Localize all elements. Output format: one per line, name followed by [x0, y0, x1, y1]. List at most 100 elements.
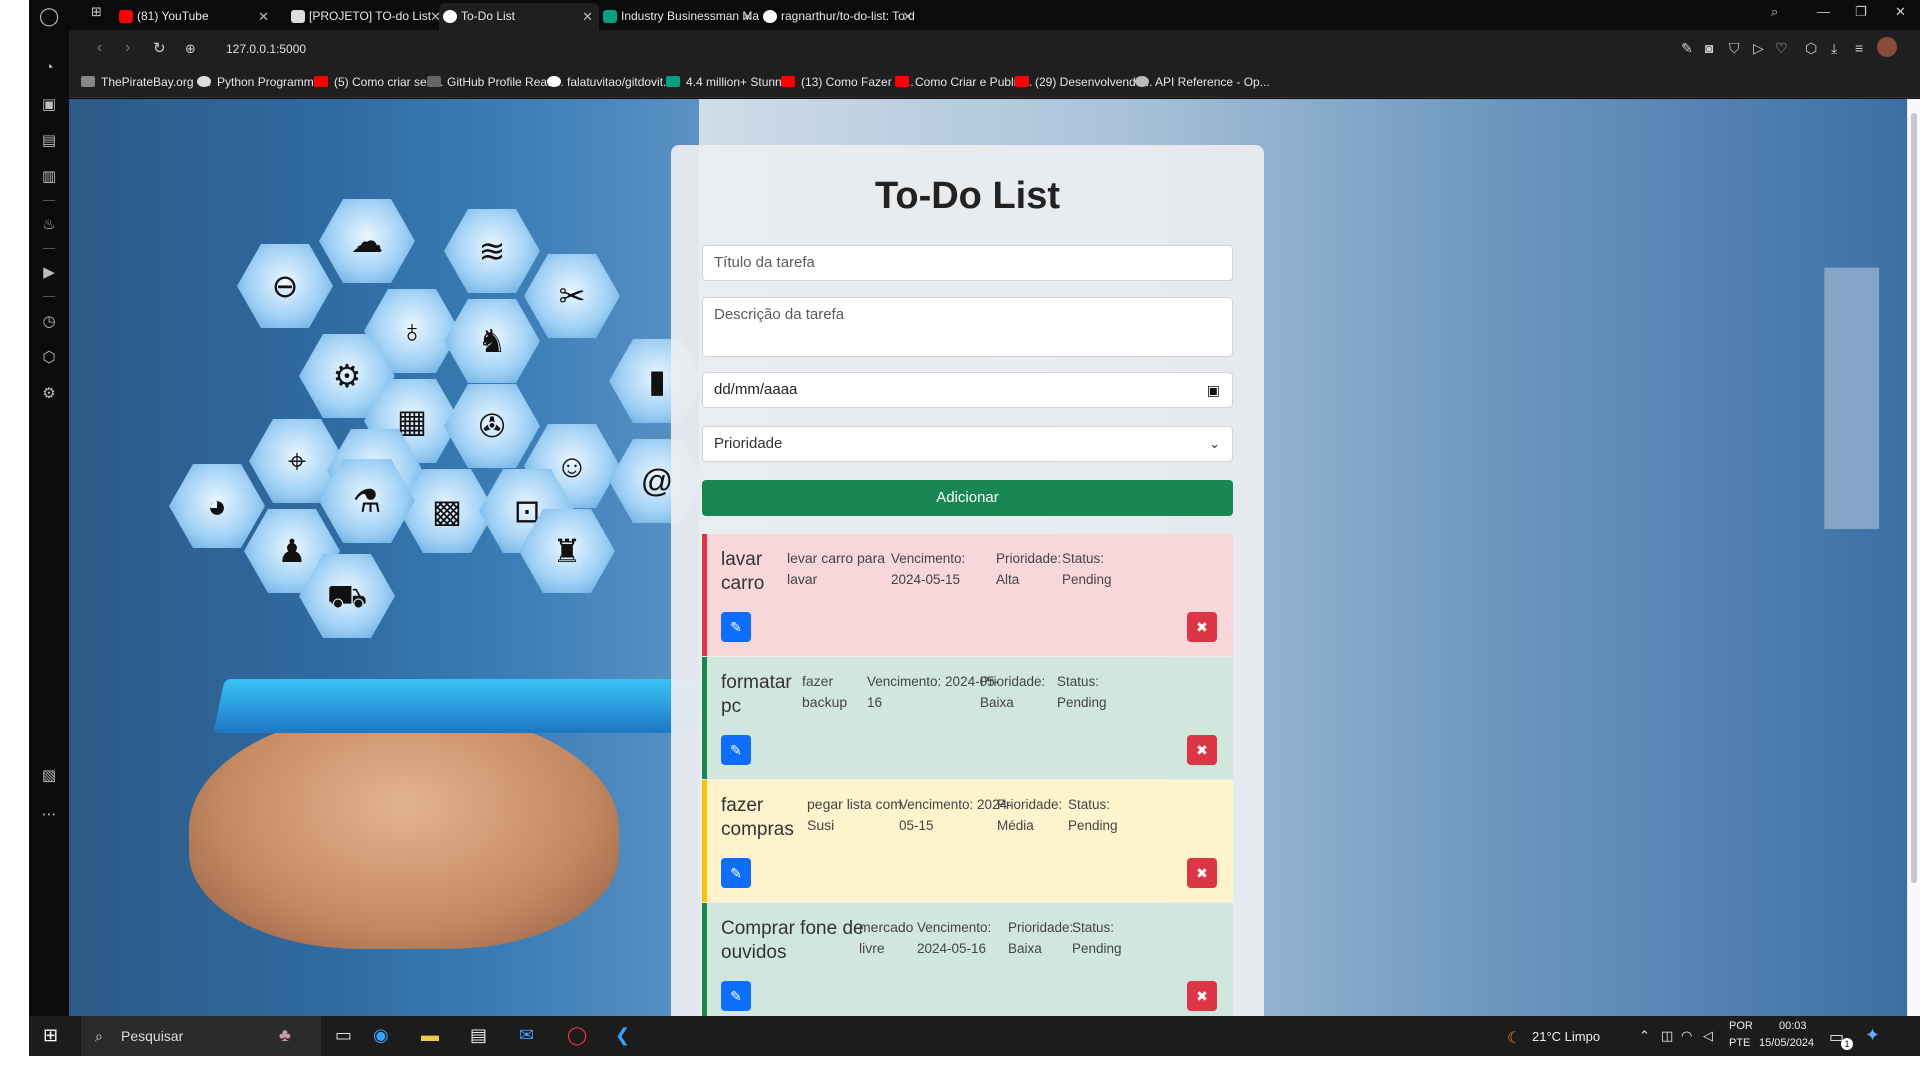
edit-button[interactable]: ✎ — [721, 612, 751, 642]
tab-projeto[interactable]: [PROJETO] TO-do List ✕ — [287, 3, 447, 30]
box-icon[interactable]: ⬡ — [1805, 40, 1817, 57]
calendar-icon[interactable]: ▣ — [1207, 373, 1220, 407]
task-due-date: Vencimento: 2024-05-16 — [917, 920, 992, 956]
delete-button[interactable]: ✖ — [1187, 858, 1217, 888]
bookmark-item[interactable]: ThePirateBay.org -... — [81, 75, 211, 89]
player-icon[interactable]: ▶ — [39, 263, 59, 283]
forward-icon[interactable]: › — [125, 39, 130, 57]
maximize-icon[interactable]: ❐ — [1855, 4, 1867, 20]
bag-icon[interactable]: ▣ — [39, 95, 59, 115]
keyboard-layout[interactable]: PTE — [1729, 1037, 1750, 1049]
bookmark-item[interactable]: falatuvitao/gitdovit... — [547, 75, 673, 89]
menu-icon[interactable]: ≡ — [1855, 40, 1863, 56]
tab-label: ragnarthur/to-do-list: To d — [781, 9, 915, 23]
clock-time[interactable]: 00:03 — [1779, 1020, 1807, 1032]
sidebar-divider — [43, 296, 55, 297]
back-icon[interactable]: ‹ — [97, 39, 102, 57]
opera-logo-icon[interactable]: ◯ — [39, 6, 59, 26]
search-tabs-icon[interactable]: ⌕ — [1771, 4, 1778, 20]
bookmark-item[interactable]: (29) Desenvolvendo... — [1015, 75, 1152, 89]
wifi-icon[interactable]: ◠ — [1681, 1028, 1692, 1044]
heart-icon[interactable]: ♡ — [1775, 40, 1788, 57]
camera-icon[interactable]: ◙ — [1705, 40, 1713, 56]
wifi-icon: ≋ — [444, 209, 540, 293]
store-icon[interactable]: ▤ — [470, 1025, 487, 1046]
tab-industry[interactable]: Industry Businessman Man ✕ — [599, 3, 759, 30]
opera-icon[interactable]: ◯ — [567, 1025, 587, 1046]
file-explorer-icon[interactable]: ▬ — [421, 1025, 439, 1046]
delete-button[interactable]: ✖ — [1187, 981, 1217, 1011]
delete-button[interactable]: ✖ — [1187, 612, 1217, 642]
flame-icon[interactable]: ♨ — [39, 215, 59, 235]
minimize-icon[interactable]: — — [1817, 4, 1830, 19]
bookmark-item[interactable]: Python Programmi... — [197, 75, 326, 89]
youtube-icon — [1015, 76, 1029, 87]
tab-todo-active[interactable]: To-Do List ✕ — [439, 3, 599, 30]
history-icon[interactable]: ◷ — [39, 312, 59, 332]
cube-icon[interactable]: ⬡ — [39, 348, 59, 368]
bookmark-item[interactable]: (13) Como Fazer U... — [781, 75, 914, 89]
bookmark-item[interactable]: 4.4 million+ Stunni... — [666, 75, 794, 89]
close-tab-icon[interactable]: ✕ — [742, 3, 753, 30]
edge-icon[interactable]: ◉ — [373, 1025, 389, 1046]
more-icon[interactable]: ⋯ — [39, 805, 59, 825]
image-icon[interactable]: ▧ — [39, 766, 59, 786]
reload-icon[interactable]: ↻ — [153, 39, 166, 57]
edit-button[interactable]: ✎ — [721, 981, 751, 1011]
due-date-input[interactable]: dd/mm/aaaa ▣ — [702, 372, 1233, 408]
task-title: lavar carro — [721, 549, 765, 594]
bookmark-label: 4.4 million+ Stunni... — [686, 75, 795, 89]
edit-icon[interactable]: ✎ — [1681, 40, 1693, 57]
close-window-icon[interactable]: ✕ — [1895, 4, 1906, 20]
site-info-icon[interactable]: ⊕ — [185, 41, 196, 57]
settings-icon[interactable]: ⚙ — [39, 384, 59, 404]
edit-button[interactable]: ✎ — [721, 735, 751, 765]
speed-dial-icon[interactable]: ◔ — [39, 58, 59, 78]
clock-date[interactable]: 15/05/2024 — [1759, 1037, 1814, 1049]
vscode-icon[interactable]: ❮ — [615, 1025, 630, 1046]
chevron-up-icon[interactable]: ⌃ — [1639, 1028, 1650, 1044]
bookmark-item[interactable]: GitHub Profile Read... — [427, 75, 564, 89]
shield-icon[interactable]: ⛉ — [1729, 40, 1740, 57]
scrollbar-thumb[interactable] — [1911, 113, 1917, 883]
download-icon[interactable]: ⤓ — [1831, 40, 1837, 57]
twitch-icon[interactable]: ▤ — [39, 131, 59, 151]
close-tab-icon[interactable]: ✕ — [902, 3, 913, 30]
task-title-input[interactable]: Título da tarefa — [702, 245, 1233, 281]
tab-youtube[interactable]: (81) YouTube ✕ — [115, 3, 275, 30]
language-indicator[interactable]: POR — [1729, 1020, 1753, 1032]
mail-icon[interactable]: ✉ — [519, 1025, 534, 1046]
bookmark-item[interactable]: Como Criar e Public... — [895, 75, 1032, 89]
page-scrollbar[interactable] — [1907, 99, 1920, 1016]
wallet-icon[interactable]: ▥ — [39, 167, 59, 187]
tab-list-icon[interactable]: ⊞ — [91, 4, 102, 20]
tab-github[interactable]: ragnarthur/to-do-list: To d ✕ — [759, 3, 919, 30]
bookmark-label: falatuvitao/gitdovit... — [567, 75, 674, 89]
pexels-icon — [666, 76, 680, 87]
edit-icon: ✎ — [730, 865, 742, 881]
task-view-icon[interactable]: ▭ — [335, 1025, 352, 1046]
add-task-button[interactable]: Adicionar — [702, 480, 1233, 516]
copilot-icon[interactable]: ✦ — [1865, 1025, 1880, 1046]
page-icon — [291, 10, 305, 23]
volume-icon[interactable]: ◁ — [1703, 1028, 1713, 1044]
task-description: fazer backup — [802, 673, 848, 710]
edit-button[interactable]: ✎ — [721, 858, 751, 888]
network-icon[interactable]: ◫ — [1661, 1028, 1673, 1044]
task-description-textarea[interactable]: Descrição da tarefa — [702, 297, 1233, 357]
windows-start-icon[interactable]: ⊞ — [43, 1025, 58, 1046]
avatar[interactable] — [1877, 37, 1897, 57]
task-title: Comprar fone de ouvidos — [721, 918, 864, 963]
bookmark-item[interactable]: (5) Como criar seu... — [314, 75, 443, 89]
search-highlight-icon[interactable]: ♣ — [279, 1025, 291, 1046]
search-icon: ⌕ — [95, 1028, 103, 1044]
weather-text[interactable]: 21°C Limpo — [1532, 1029, 1600, 1044]
url-field[interactable]: 127.0.0.1:5000 — [226, 42, 306, 56]
close-tab-icon[interactable]: ✕ — [258, 3, 269, 30]
close-tab-icon[interactable]: ✕ — [582, 3, 593, 30]
delete-button[interactable]: ✖ — [1187, 735, 1217, 765]
bookmark-item[interactable]: API Reference - Op... — [1135, 75, 1270, 89]
bookmarks-bar: ThePirateBay.org -... Python Programmi..… — [69, 67, 1920, 98]
priority-select[interactable]: Prioridade ⌄ — [702, 426, 1233, 462]
send-icon[interactable]: ▷ — [1753, 40, 1764, 57]
